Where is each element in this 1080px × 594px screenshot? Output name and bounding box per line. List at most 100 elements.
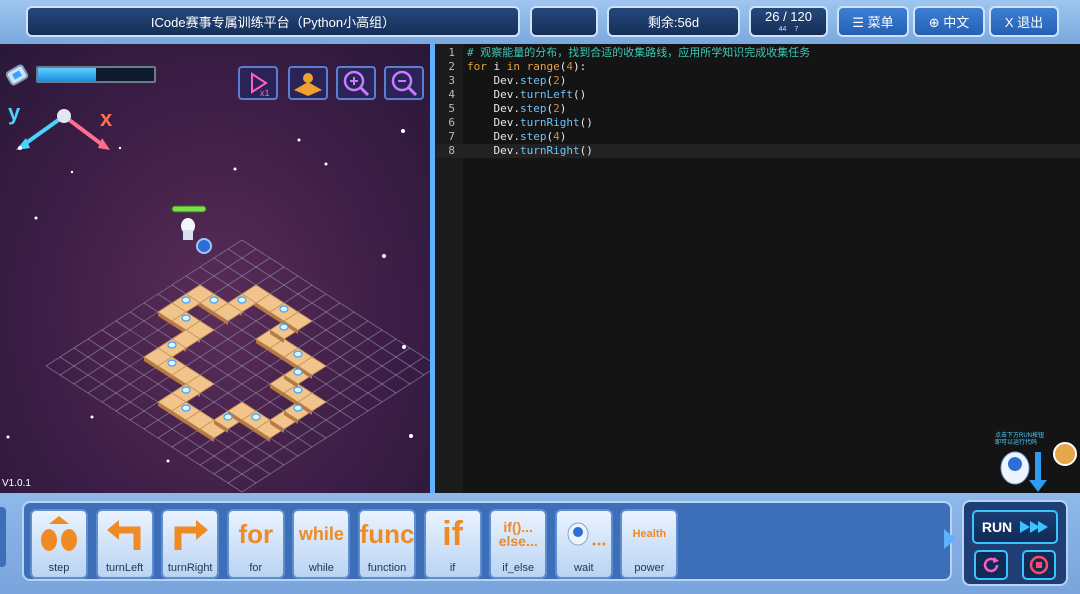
code-text: Dev.turnRight() — [467, 116, 593, 129]
reset-button[interactable] — [974, 550, 1008, 580]
energy-gem — [181, 386, 191, 394]
code-text: Dev.turnLeft() — [467, 88, 587, 101]
platform-title: ICode赛事专属训练平台（Python小高组） — [26, 6, 520, 37]
energy-gem — [209, 296, 219, 304]
bottom-toolbar: step turnLeft turnRight for for while while fun… — [0, 493, 1080, 594]
turn-right-icon — [163, 511, 217, 557]
block-function[interactable]: func function — [358, 509, 416, 579]
block-label: wait — [574, 562, 594, 574]
energy-gem — [293, 368, 303, 376]
robot-wait-icon — [557, 511, 611, 557]
block-for[interactable]: for for — [226, 509, 285, 579]
game-scene: y x x1 V1.0.1 — [0, 44, 430, 493]
block-power[interactable]: Health power — [620, 509, 679, 579]
block-function-text-icon: func — [359, 511, 415, 557]
block-if_else-text-icon: if()... else... — [491, 511, 545, 557]
block-label: for — [249, 562, 263, 574]
code-line[interactable]: 1 # 观察能量的分布，找到合适的收集路线，应用所学知识完成收集任务 — [435, 46, 1080, 60]
block-for-text-icon: for — [229, 511, 283, 557]
energy-gem — [181, 314, 191, 322]
language-button[interactable]: ⊕ 中文 — [913, 6, 985, 37]
block-icon-text: func — [359, 519, 415, 549]
block-while-text-icon: while — [294, 511, 348, 557]
block-icon-text: if()... else... — [498, 519, 538, 549]
block-label: while — [308, 562, 334, 574]
block-label: power — [634, 562, 665, 574]
exit-button-label: X 退出 — [1004, 15, 1044, 30]
exit-button[interactable]: X 退出 — [989, 6, 1059, 37]
code-line[interactable]: 4 Dev.turnLeft() — [435, 88, 1080, 102]
line-number: 2 — [448, 60, 455, 73]
platform-title-text: ICode赛事专属训练平台（Python小高组） — [150, 15, 396, 30]
block-if-else[interactable]: if()... else... if_else — [489, 509, 548, 579]
energy-gem — [223, 413, 233, 421]
block-label: if — [449, 562, 456, 574]
energy-gem — [293, 404, 303, 412]
block-step[interactable]: step — [30, 509, 88, 579]
code-text: Dev.step(2) — [467, 102, 567, 115]
code-line[interactable]: 8 Dev.turnRight() — [435, 144, 1080, 158]
energy-gem — [293, 350, 303, 358]
block-label: step — [48, 562, 70, 574]
top-bar: ICode赛事专属训练平台（Python小高组） 剩余:56d 26 / 120… — [0, 0, 1080, 44]
block-icon-text: while — [298, 524, 344, 544]
block-while[interactable]: while while — [292, 509, 351, 579]
chevron-right-icon[interactable] — [944, 529, 956, 549]
code-editor[interactable]: 1 # 观察能量的分布，找到合适的收集路线，应用所学知识完成收集任务 2 for i … — [435, 44, 1080, 493]
block-icon-text: for — [238, 519, 274, 549]
energy-gem — [181, 404, 191, 412]
blank-pill — [530, 6, 598, 37]
line-number: 8 — [448, 144, 455, 157]
block-label: turnRight — [167, 562, 213, 574]
command-blocks: step turnLeft turnRight for for while while fun… — [22, 501, 952, 581]
stop-button[interactable] — [1022, 550, 1056, 580]
block-icon-text: if — [442, 515, 463, 553]
code-line[interactable]: 2 for i in range(4): — [435, 60, 1080, 74]
energy-gem — [237, 296, 247, 304]
menu-button[interactable]: ☰ 菜单 — [837, 6, 909, 37]
block-if-text-icon: if — [426, 511, 480, 557]
energy-gem — [181, 296, 191, 304]
energy-gem — [251, 413, 261, 421]
line-number: 4 — [448, 88, 455, 101]
level-counter[interactable]: 26 / 120 44 7 — [749, 6, 828, 37]
block-if[interactable]: if if — [423, 509, 482, 579]
robot-character — [171, 205, 212, 254]
energy-gem — [167, 341, 177, 349]
line-number: 6 — [448, 116, 455, 129]
iso-grid — [45, 239, 430, 493]
code-text: Dev.step(4) — [467, 130, 567, 143]
code-text: Dev.step(2) — [467, 74, 567, 87]
block-label: turnLeft — [105, 562, 144, 574]
block-turnLeft[interactable]: turnLeft — [95, 509, 154, 579]
game-board — [45, 239, 430, 493]
turn-left-icon — [98, 511, 152, 557]
run-hint-text: 点击下方RUN按钮 即可以运行代码 — [995, 433, 1044, 446]
line-number: 1 — [448, 46, 455, 59]
menu-button-label: ☰ 菜单 — [852, 15, 894, 30]
remaining-days: 剩余:56d — [607, 6, 740, 37]
language-button-label: ⊕ 中文 — [928, 15, 970, 30]
level-counter-text: 26 / 120 — [765, 9, 812, 24]
energy-gem — [293, 386, 303, 394]
code-line[interactable]: 5 Dev.step(2) — [435, 102, 1080, 116]
version-label: V1.0.1 — [2, 478, 31, 489]
block-label: if_else — [502, 562, 535, 574]
level-counter-sub: 44 7 — [779, 26, 799, 33]
energy-gem — [279, 323, 289, 331]
block-wait[interactable]: wait — [554, 509, 613, 579]
code-line[interactable]: 7 Dev.step(4) — [435, 130, 1080, 144]
code-line[interactable]: 6 Dev.turnRight() — [435, 116, 1080, 130]
line-number: 7 — [448, 130, 455, 143]
code-text: # 观察能量的分布，找到合适的收集路线，应用所学知识完成收集任务 — [467, 46, 811, 59]
run-button[interactable]: RUN — [972, 510, 1058, 544]
code-line[interactable]: 3 Dev.step(2) — [435, 74, 1080, 88]
code-text: for i in range(4): — [467, 60, 587, 73]
energy-gem — [279, 305, 289, 313]
block-turnRight[interactable]: turnRight — [161, 509, 220, 579]
run-panel: RUN — [962, 500, 1068, 586]
toolbar-left-handle[interactable] — [0, 507, 6, 567]
block-label: function — [367, 562, 407, 574]
step-icon — [32, 511, 86, 557]
sub-stat-b: 7 — [794, 26, 799, 33]
